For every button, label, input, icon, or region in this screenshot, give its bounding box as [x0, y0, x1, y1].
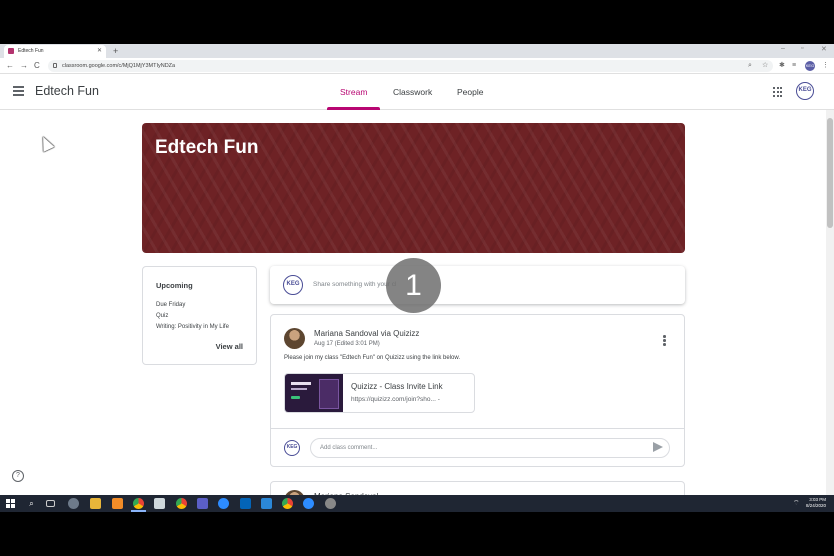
- divider: [271, 428, 684, 429]
- attachment-title: Quizizz - Class Invite Link: [351, 382, 443, 391]
- scrollbar-thumb[interactable]: [827, 118, 833, 228]
- close-tab-icon[interactable]: ✕: [97, 47, 102, 54]
- new-tab-button[interactable]: +: [113, 45, 118, 57]
- tab-people[interactable]: People: [457, 87, 483, 97]
- comment-placeholder: Add class comment...: [320, 445, 378, 451]
- post-author: Mariana Sandoval via Quizizz: [314, 329, 420, 338]
- upcoming-item-link[interactable]: Writing: Positivity in My Life: [156, 324, 229, 330]
- stream-post: Mariana Sandoval via Quizizz Aug 17 (Edi…: [270, 314, 685, 467]
- app-icon[interactable]: [68, 498, 79, 509]
- upcoming-card: Upcoming Due Friday Quiz Writing: Positi…: [142, 266, 257, 365]
- active-app-indicator: [131, 510, 146, 512]
- post-body: Please join my class "Edtech Fun" on Qui…: [284, 355, 461, 361]
- browser-tab-bar: Edtech Fun ✕ + – ▫ ✕: [0, 44, 834, 58]
- author-avatar: [284, 328, 305, 349]
- banner-title: Edtech Fun: [155, 137, 259, 158]
- attachment-url: https://quizizz.com/join?sho... -: [351, 396, 440, 403]
- page-scrollbar[interactable]: [826, 110, 834, 512]
- zoom-icon[interactable]: ⌕: [748, 61, 752, 71]
- browser-tab[interactable]: Edtech Fun ✕: [4, 45, 106, 58]
- chrome-icon[interactable]: [282, 498, 293, 509]
- outlook-icon[interactable]: [240, 498, 251, 509]
- minimize-button[interactable]: –: [781, 45, 785, 52]
- bookmark-star-icon[interactable]: ☆: [762, 61, 768, 71]
- url-input[interactable]: classroom.google.com/c/MjQ1MjY3MTIyNDZa: [48, 60, 773, 72]
- browser-menu-icon[interactable]: ⋮: [822, 61, 829, 71]
- chrome-icon[interactable]: [133, 498, 144, 509]
- step-number-badge: 1: [386, 258, 441, 313]
- forward-button[interactable]: →: [20, 60, 28, 72]
- share-placeholder[interactable]: Share something with your cl: [313, 281, 396, 288]
- taskbar-clock[interactable]: 3:03 PM 8/24/2020: [806, 497, 826, 509]
- send-icon[interactable]: [653, 442, 663, 452]
- upcoming-due: Due Friday: [156, 302, 186, 308]
- upcoming-title: Upcoming: [156, 281, 193, 290]
- extensions-icon[interactable]: ✱: [779, 61, 785, 71]
- close-window-button[interactable]: ✕: [821, 45, 827, 53]
- mouse-cursor-icon: [37, 134, 55, 152]
- more-options-icon[interactable]: [663, 335, 666, 347]
- back-button[interactable]: ←: [6, 60, 14, 72]
- clock-date: 8/24/2020: [806, 503, 827, 508]
- browser-profile-avatar[interactable]: KEG: [805, 61, 815, 71]
- upcoming-item-type: Quiz: [156, 313, 169, 319]
- class-banner: Edtech Fun: [142, 123, 685, 253]
- app-icon[interactable]: [218, 498, 229, 509]
- google-apps-icon[interactable]: [773, 87, 783, 97]
- active-tab-indicator: [327, 107, 380, 110]
- attachment-thumbnail: [285, 374, 343, 412]
- chrome-icon[interactable]: [176, 498, 187, 509]
- windows-start-icon[interactable]: [6, 499, 15, 508]
- tab-classwork[interactable]: Classwork: [393, 87, 432, 97]
- app-icon[interactable]: [112, 498, 123, 509]
- app-icon[interactable]: [261, 498, 272, 509]
- search-icon[interactable]: ⌕: [26, 498, 37, 509]
- comment-avatar: KEG: [284, 440, 300, 456]
- attachment-card[interactable]: Quizizz - Class Invite Link https://quiz…: [284, 373, 475, 413]
- help-icon[interactable]: ?: [12, 470, 24, 482]
- lock-icon: [53, 63, 57, 68]
- class-title[interactable]: Edtech Fun: [35, 84, 99, 98]
- main-menu-icon[interactable]: [13, 86, 24, 96]
- media-icon[interactable]: ≡: [792, 61, 796, 71]
- network-icon[interactable]: ⌔: [793, 498, 804, 509]
- browser-tab-title: Edtech Fun: [18, 48, 44, 54]
- classroom-favicon-icon: [8, 48, 14, 54]
- tab-stream[interactable]: Stream: [340, 87, 367, 97]
- maximize-button[interactable]: ▫: [801, 45, 803, 52]
- app-icon[interactable]: [154, 498, 165, 509]
- task-view-icon[interactable]: [46, 500, 55, 507]
- classroom-header: Edtech Fun Stream Classwork People KEG: [0, 74, 834, 110]
- file-explorer-icon[interactable]: [90, 498, 101, 509]
- account-avatar[interactable]: KEG: [796, 82, 814, 100]
- url-text: classroom.google.com/c/MjQ1MjY3MTIyNDZa: [62, 63, 176, 69]
- reload-button[interactable]: C: [34, 60, 40, 72]
- address-bar-row: ← → C classroom.google.com/c/MjQ1MjY3MTI…: [0, 58, 834, 74]
- share-box[interactable]: KEG Share something with your cl: [270, 266, 685, 304]
- teams-icon[interactable]: [197, 498, 208, 509]
- screen: Edtech Fun ✕ + – ▫ ✕ ← → C classroom.goo…: [0, 44, 834, 512]
- app-icon[interactable]: [325, 498, 336, 509]
- zoom-app-icon[interactable]: [303, 498, 314, 509]
- post-date: Aug 17 (Edited 3:01 PM): [314, 341, 380, 347]
- windows-taskbar: ⌕ ⌔ 3:03 PM 8/24/2020: [0, 495, 834, 512]
- avatar: KEG: [283, 275, 303, 295]
- view-all-link[interactable]: View all: [216, 342, 243, 351]
- class-comment-input[interactable]: Add class comment...: [310, 438, 670, 458]
